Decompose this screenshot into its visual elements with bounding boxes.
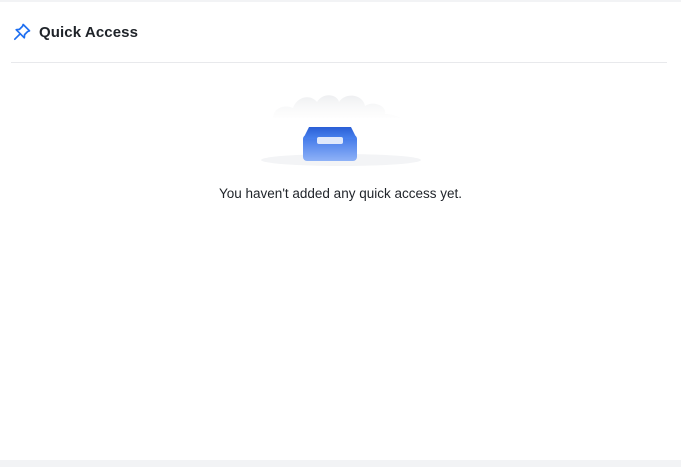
empty-state: You haven't added any quick access yet. [0, 70, 681, 201]
pin-icon [11, 21, 33, 43]
page-title: Quick Access [39, 23, 139, 41]
empty-inbox-illustration [260, 95, 421, 166]
empty-state-message: You haven't added any quick access yet. [219, 186, 462, 201]
panel-header: Quick Access [11, 2, 667, 63]
quick-access-panel: Quick Access You haven't added any quick… [0, 2, 681, 460]
